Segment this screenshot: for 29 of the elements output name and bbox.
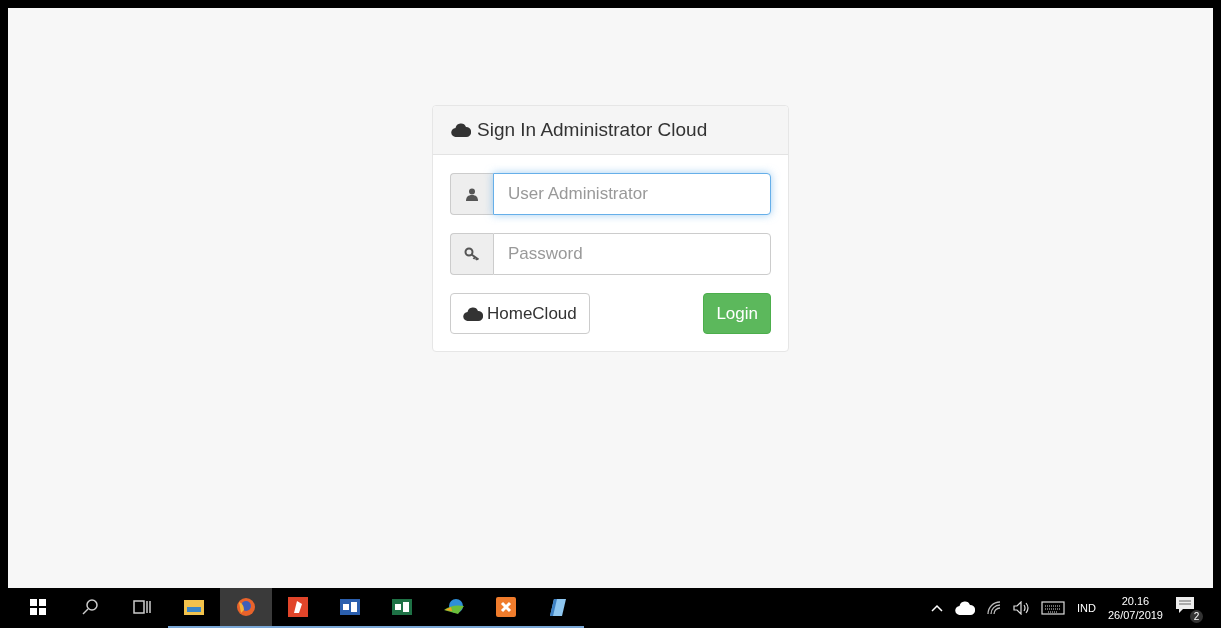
panel-title: Sign In Administrator Cloud: [477, 119, 708, 141]
browser-icon: [236, 597, 256, 617]
input-field[interactable]: User Administrator: [493, 173, 771, 215]
task-view-icon[interactable]: [133, 599, 151, 615]
wifi-icon[interactable]: [987, 601, 1001, 615]
user-icon: [466, 187, 478, 201]
cloud-icon: [451, 123, 471, 137]
clock-time[interactable]: 20.16: [1121, 595, 1150, 607]
language-indicator[interactable]: IND: [1077, 602, 1096, 614]
message-icon: [1175, 596, 1195, 614]
clock-date[interactable]: 26/07/2019: [1107, 609, 1163, 621]
windows-start-icon[interactable]: [30, 599, 46, 615]
xampp-icon: [496, 597, 516, 617]
globe-icon: [443, 598, 465, 616]
onedrive-cloud-icon: [955, 601, 975, 615]
keyboard-icon[interactable]: [1041, 601, 1065, 615]
input-field[interactable]: Password: [493, 233, 771, 275]
search-icon[interactable]: [82, 599, 98, 615]
notification-count: 2: [1190, 610, 1203, 623]
document-icon: [288, 597, 308, 617]
spreadsheet-icon: [392, 599, 412, 615]
key-icon: [464, 247, 480, 261]
speaker-icon[interactable]: [1013, 601, 1029, 615]
home-button[interactable]: HomeCloud: [450, 293, 590, 334]
word-icon: [340, 599, 360, 615]
folder-icon: [184, 599, 204, 615]
cloud-icon: [463, 306, 483, 321]
chevron-up-icon[interactable]: [931, 604, 943, 612]
notepad-icon: [548, 597, 568, 617]
